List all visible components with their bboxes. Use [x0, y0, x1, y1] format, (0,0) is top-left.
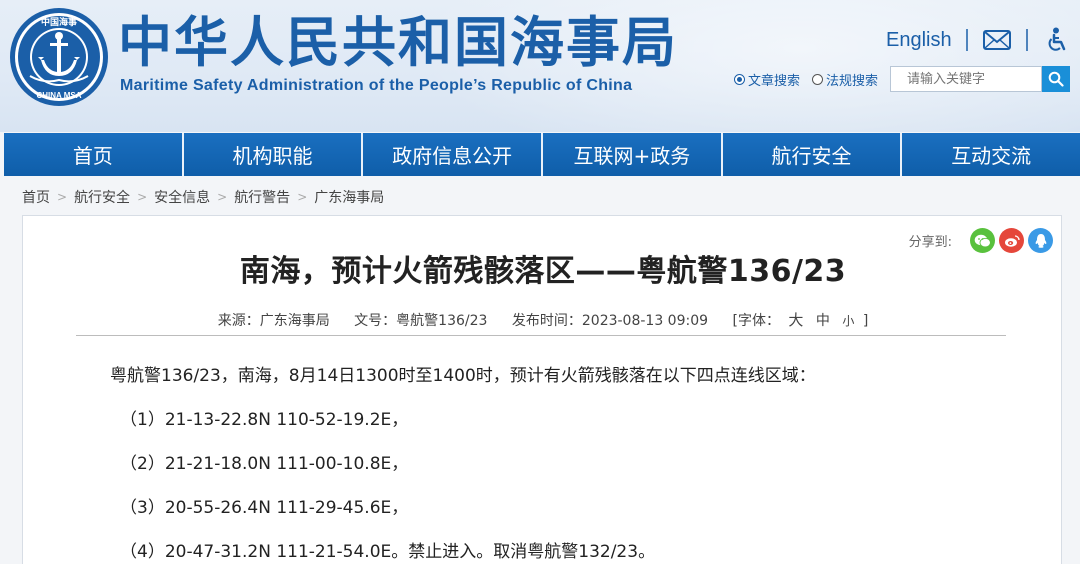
- nav-item-navigation-safety[interactable]: 航行安全: [722, 133, 903, 176]
- article-body: 粤航警136/23，南海，8月14日1300时至1400时，预计有火箭残骸落在以…: [110, 364, 1010, 564]
- nav-item-gov-info[interactable]: 政府信息公开: [363, 133, 544, 176]
- nav-item-home[interactable]: 首页: [4, 133, 184, 176]
- radio-dot: [812, 73, 824, 85]
- coordinate-item: （1）21-13-22.8N 110-52-19.2E，: [120, 410, 409, 430]
- english-link[interactable]: English: [886, 29, 952, 52]
- article-paragraph-intro: 粤航警136/23，南海，8月14日1300时至1400时，预计有火箭残骸落在以…: [110, 366, 816, 386]
- breadcrumb-guangdong-msa[interactable]: 广东海事局: [314, 187, 384, 207]
- font-size-label: [字体：: [732, 313, 780, 329]
- font-size-control: [字体： 大 中 小 ]: [732, 311, 869, 329]
- divider: [1025, 29, 1028, 51]
- breadcrumb-navigation-safety[interactable]: 航行安全: [74, 187, 130, 207]
- search-bar: 文章搜索 法规搜索: [734, 66, 1071, 92]
- search-button[interactable]: [1042, 66, 1071, 92]
- breadcrumb-separator: >: [297, 190, 308, 204]
- font-size-medium-button[interactable]: 中: [816, 313, 830, 329]
- article-card: 分享到: 南海，预计火箭残骸落区——粤航警136/23 来源：广东海事局 文号：…: [22, 215, 1062, 564]
- article-title: 南海，预计火箭残骸落区——粤航警136/23: [239, 254, 847, 289]
- top-links: English: [886, 24, 1072, 56]
- breadcrumb-home[interactable]: 首页: [22, 187, 50, 207]
- mail-icon[interactable]: [982, 27, 1012, 53]
- search-icon: [1048, 71, 1064, 87]
- article-meta: 来源：广东海事局 文号：粤航警136/23 发布时间：2023-08-13 09…: [23, 309, 1063, 330]
- article-doc-number: 文号：粤航警136/23: [354, 313, 488, 329]
- site-title-cn[interactable]: 中华人民共和国海事局: [118, 10, 678, 76]
- font-size-small-button[interactable]: 小: [842, 314, 854, 328]
- article-publish-time: 发布时间：2023-08-13 09:09: [511, 313, 709, 329]
- coordinate-item: （3）20-55-26.4N 111-29-45.6E，: [120, 498, 409, 518]
- font-size-label-close: ]: [862, 313, 869, 329]
- coordinate-item: （2）21-21-18.0N 111-00-10.8E，: [120, 454, 409, 474]
- emblem-top-text: 中国海事: [41, 16, 77, 28]
- accessibility-icon[interactable]: [1042, 27, 1072, 53]
- breadcrumb-safety-info[interactable]: 安全信息: [154, 187, 210, 207]
- meta-divider: [76, 335, 1006, 336]
- breadcrumb-separator: >: [217, 190, 228, 204]
- site-header: 中国海事 CHINA MSA 中华人民共和国海事局 Maritime Safet…: [0, 0, 1080, 132]
- breadcrumb-nav-warnings[interactable]: 航行警告: [234, 187, 290, 207]
- emblem-bottom-text: CHINA MSA: [36, 91, 81, 100]
- article-source: 来源：广东海事局: [217, 313, 330, 329]
- msa-emblem-logo[interactable]: 中国海事 CHINA MSA: [8, 6, 110, 108]
- divider: [965, 29, 968, 51]
- radio-article-search[interactable]: 文章搜索: [734, 70, 800, 89]
- radio-article-label: 文章搜索: [748, 73, 801, 89]
- font-size-large-button[interactable]: 大: [788, 311, 803, 329]
- radio-regulation-label: 法规搜索: [826, 73, 879, 89]
- breadcrumb-separator: >: [137, 190, 148, 204]
- site-title-en: Maritime Safety Administration of the Pe…: [120, 77, 633, 94]
- breadcrumb-separator: >: [57, 190, 68, 204]
- radio-regulation-search[interactable]: 法规搜索: [812, 70, 878, 89]
- nav-item-internet-gov[interactable]: 互联网+政务: [543, 133, 723, 176]
- coordinate-item: （4）20-47-31.2N 111-21-54.0E。禁止进入。取消粤航警13…: [120, 542, 656, 562]
- search-input[interactable]: [890, 66, 1043, 92]
- breadcrumb: 首页 > 航行安全 > 安全信息 > 航行警告 > 广东海事局: [22, 186, 384, 208]
- nav-item-functions[interactable]: 机构职能: [183, 133, 364, 176]
- nav-item-interaction[interactable]: 互动交流: [902, 133, 1080, 176]
- main-nav: 首页 机构职能 政府信息公开 互联网+政务 航行安全 互动交流: [4, 133, 1080, 176]
- radio-dot: [734, 73, 745, 85]
